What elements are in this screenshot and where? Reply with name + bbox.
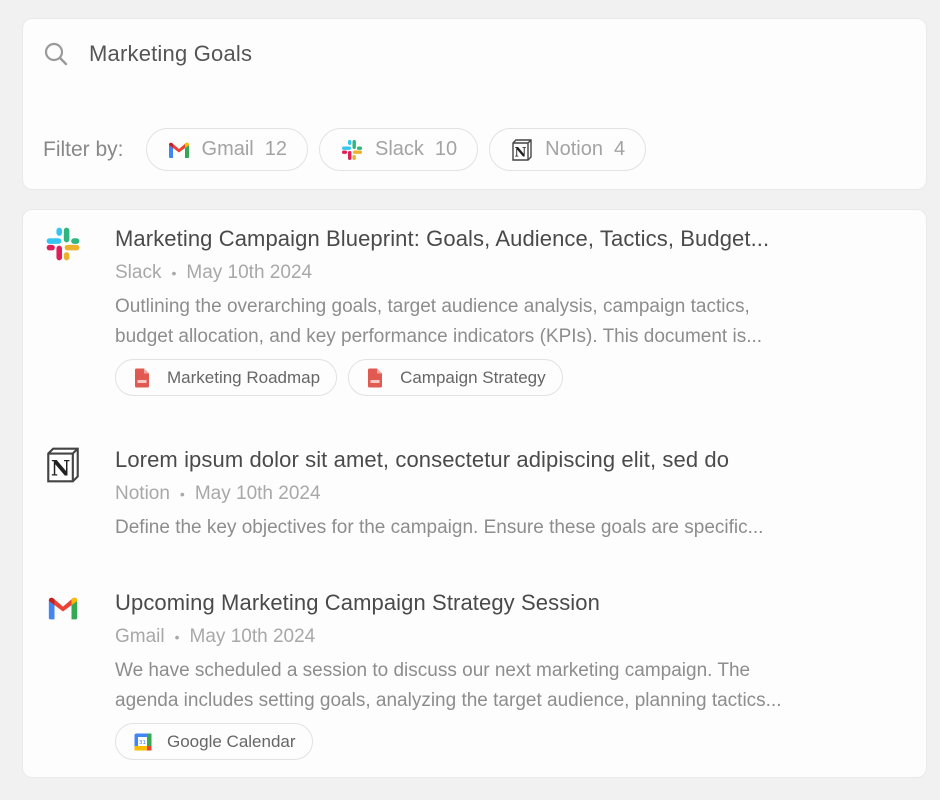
pdf-icon	[367, 368, 385, 388]
filter-name: Gmail	[201, 138, 254, 160]
result-date: May 10th 2024	[194, 483, 321, 504]
gmail-icon	[43, 588, 83, 628]
meta-separator: •	[171, 265, 177, 281]
filter-pill-notion[interactable]: N Notion 4	[489, 128, 647, 171]
filter-pill-gmail[interactable]: Gmail 12	[145, 128, 308, 171]
result-snippet: Define the key objectives for the campai…	[115, 513, 896, 543]
result-meta: Gmail • May 10th 2024	[115, 624, 896, 650]
filter-count: 4	[613, 138, 626, 160]
attachment-pill[interactable]: Marketing Roadmap	[115, 359, 338, 396]
filter-name: Notion	[545, 138, 603, 160]
result-source: Notion	[115, 483, 170, 504]
gmail-icon	[167, 140, 191, 160]
result-date: May 10th 2024	[186, 262, 313, 283]
snippet-line: budget allocation, and key performance i…	[115, 326, 763, 347]
results-panel: Marketing Campaign Blueprint: Goals, Aud…	[22, 209, 927, 778]
pdf-icon	[134, 368, 152, 388]
result-title[interactable]: Marketing Campaign Blueprint: Goals, Aud…	[115, 224, 896, 254]
filter-count: 10	[434, 138, 458, 160]
svg-text:31: 31	[139, 740, 146, 746]
attachments: Marketing Roadmap Campaign Strategy	[115, 359, 896, 396]
notion-icon: N	[43, 445, 83, 485]
attachment-label: Campaign Strategy	[400, 367, 546, 387]
snippet-line: agenda includes setting goals, analyzing…	[115, 690, 782, 711]
result-snippet: Outlining the overarching goals, target …	[115, 292, 896, 352]
result-title[interactable]: Upcoming Marketing Campaign Strategy Ses…	[115, 588, 896, 618]
result-date: May 10th 2024	[189, 626, 316, 647]
meta-separator: •	[174, 629, 180, 645]
result-snippet: We have scheduled a session to discuss o…	[115, 656, 896, 716]
attachment-label: Google Calendar	[167, 731, 296, 751]
snippet-line: Define the key objectives for the campai…	[115, 517, 764, 538]
result-source: Gmail	[115, 626, 165, 647]
filter-pill-slack[interactable]: Slack 10	[319, 128, 479, 171]
svg-text:N: N	[51, 457, 70, 482]
filter-bar: Filter by: Gmail 12 Slack 10 N Notion 4	[43, 128, 657, 171]
snippet-line: Outlining the overarching goals, target …	[115, 296, 750, 317]
result-meta: Notion • May 10th 2024	[115, 481, 896, 507]
filter-label: Filter by:	[43, 137, 124, 161]
meta-separator: •	[179, 486, 185, 502]
filter-name: Slack	[375, 138, 424, 160]
result-title[interactable]: Lorem ipsum dolor sit amet, consectetur …	[115, 445, 896, 475]
result-meta: Slack • May 10th 2024	[115, 260, 896, 286]
attachment-pill[interactable]: 31 Google Calendar	[115, 723, 313, 760]
svg-text:N: N	[515, 145, 527, 160]
result-source: Slack	[115, 262, 162, 283]
slack-icon	[340, 139, 364, 160]
attachment-label: Marketing Roadmap	[167, 367, 321, 387]
filter-count: 12	[264, 138, 287, 160]
notion-icon: N	[510, 138, 534, 161]
attachments: 31 Google Calendar	[115, 723, 896, 760]
search-bar[interactable]	[43, 41, 789, 67]
search-icon	[43, 41, 69, 67]
search-input[interactable]	[89, 41, 789, 67]
slack-icon	[43, 224, 83, 264]
google-calendar-icon: 31	[134, 732, 152, 752]
attachment-pill[interactable]: Campaign Strategy	[348, 359, 563, 396]
search-panel: Filter by: Gmail 12	[22, 18, 927, 190]
snippet-line: We have scheduled a session to discuss o…	[115, 660, 751, 681]
